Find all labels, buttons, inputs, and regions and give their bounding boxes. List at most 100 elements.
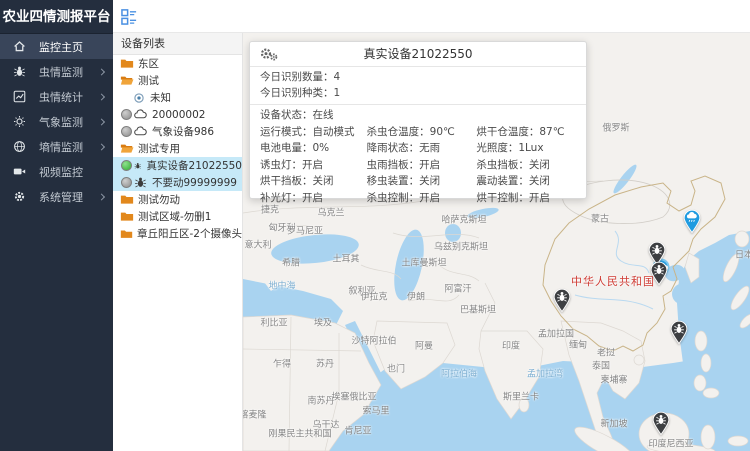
target-icon <box>133 92 145 104</box>
sidebar-item-label: 虫情监测 <box>39 64 83 80</box>
tree-item[interactable]: 20000002 <box>113 106 242 123</box>
popup-grid-cell: 烘干控制：开启 <box>476 190 586 207</box>
popup-status-grid: 设备状态：在线运行模式：自动模式杀虫仓温度：90℃烘干仓温度：87℃电池电量：0… <box>250 105 586 206</box>
popup-grid-cell: 杀虫仓温度：90℃ <box>367 124 477 141</box>
sidebar-item-label: 墒情监测 <box>39 139 83 155</box>
insect-device-pin[interactable] <box>670 320 689 344</box>
sidebar-item-soil-monitor[interactable]: 墒情监测 <box>0 134 113 159</box>
tree-item[interactable]: 测试专用 <box>113 140 242 157</box>
home-icon <box>13 40 26 53</box>
folder-open-icon <box>120 75 134 87</box>
popup-grid-cell: 设备状态：在线 <box>260 107 367 124</box>
sidebar-item-weather-monitor[interactable]: 气象监测 <box>0 109 113 134</box>
tree-item[interactable]: 测试区域-勿删1 <box>113 208 242 225</box>
popup-grid-cell: 运行模式：自动模式 <box>260 124 367 141</box>
sidebar-item-system-manage[interactable]: 系统管理 <box>0 184 113 209</box>
folder-icon <box>120 194 134 206</box>
tree-item-label: 真实设备21022550 <box>147 158 242 173</box>
video-icon <box>13 165 26 178</box>
settings-gears-icon[interactable] <box>259 46 279 62</box>
popup-stats: 今日识别数量：4今日识别种类：1 <box>250 67 586 105</box>
popup-grid-cell: 烘干挡板：关闭 <box>260 173 367 190</box>
popup-grid-cell: 烘干仓温度：87℃ <box>476 124 586 141</box>
app-root: 农业四情测报平台 监控主页虫情监测虫情统计气象监测墒情监测视频监控系统管理 设备… <box>0 0 750 451</box>
weather-icon <box>13 115 26 128</box>
bug-icon <box>134 160 142 172</box>
tree-item-label: 未知 <box>150 90 171 105</box>
gear-icon <box>13 190 26 203</box>
sidebar-item-insect-monitor[interactable]: 虫情监测 <box>0 59 113 84</box>
folder-icon <box>120 58 134 70</box>
sidebar-item-insect-stats[interactable]: 虫情统计 <box>0 84 113 109</box>
device-panel-header: 设备列表 <box>113 33 242 55</box>
map-area[interactable]: 俄罗斯哈萨克斯坦蒙古中华人民共和国日本捷克乌克兰匈牙利罗马尼亚意大利希腊土耳其地… <box>243 33 750 451</box>
tree-item[interactable]: 测试勿动 <box>113 191 242 208</box>
tree-item[interactable]: 气象设备986 <box>113 123 242 140</box>
sidebar-item-video-monitor[interactable]: 视频监控 <box>0 159 113 184</box>
popup-grid-cell: 降雨状态：无雨 <box>367 140 477 157</box>
weather-station-pin[interactable] <box>683 209 702 233</box>
bug-icon <box>134 177 147 189</box>
sidebar-item-label: 气象监测 <box>39 114 83 130</box>
tree-item[interactable]: 未知 <box>113 89 242 106</box>
insect-device-pin[interactable] <box>650 261 669 285</box>
tree-item[interactable]: 不要动99999999 <box>113 174 242 191</box>
popup-grid-cell: 诱虫灯：开启 <box>260 157 367 174</box>
tree-item-label: 东区 <box>138 56 159 71</box>
sidebar-item-label: 监控主页 <box>39 39 83 55</box>
tree-item-label: 测试区域-勿删1 <box>138 209 211 224</box>
popup-grid-cell: 移虫装置：关闭 <box>367 173 477 190</box>
popup-grid-cell: 虫雨挡板：开启 <box>367 157 477 174</box>
sidebar-item-monitor-home[interactable]: 监控主页 <box>0 34 113 59</box>
popup-grid-cell: 电池电量：0% <box>260 140 367 157</box>
tree-item-label: 章丘阳丘区-2个摄像头 <box>137 226 242 241</box>
tree-item-label: 气象设备986 <box>152 124 214 139</box>
sidebar-item-label: 系统管理 <box>39 189 83 205</box>
popup-grid-cell: 震动装置：关闭 <box>476 173 586 190</box>
tree-item[interactable]: 章丘阳丘区-2个摄像头 <box>113 225 242 242</box>
sidebar-item-label: 虫情统计 <box>39 89 83 105</box>
tree-item-label: 测试勿动 <box>138 192 180 207</box>
popup-grid-cell: 补光灯：开启 <box>260 190 367 207</box>
device-popup: 真实设备21022550 今日识别数量：4今日识别种类：1 设备状态：在线运行模… <box>249 41 587 199</box>
chevron-right-icon <box>98 118 105 125</box>
chevron-right-icon <box>98 193 105 200</box>
popup-title: 真实设备21022550 <box>363 47 472 61</box>
tree-item[interactable]: 测试 <box>113 72 242 89</box>
insect-device-pin[interactable] <box>553 288 572 312</box>
bug-icon <box>13 65 26 78</box>
tree-item-label: 测试 <box>138 73 159 88</box>
chart-icon <box>13 90 26 103</box>
popup-grid-row: 烘干挡板：关闭移虫装置：关闭震动装置：关闭 <box>260 173 586 190</box>
popup-grid-row: 运行模式：自动模式杀虫仓温度：90℃烘干仓温度：87℃ <box>260 124 586 141</box>
folder-open-icon <box>120 143 134 155</box>
chevron-right-icon <box>98 93 105 100</box>
tree-item[interactable]: 东区 <box>113 55 242 72</box>
tree-view-toggle-icon[interactable] <box>121 8 138 25</box>
popup-stat-row: 今日识别数量：4 <box>260 69 586 85</box>
cloud-icon <box>134 109 147 121</box>
insect-device-pin[interactable] <box>652 411 671 435</box>
popup-grid-row: 设备状态：在线 <box>260 107 586 124</box>
tree-item-label: 20000002 <box>152 109 205 121</box>
status-dot-gray <box>121 109 132 120</box>
chevron-right-icon <box>98 68 105 75</box>
status-dot-gray <box>121 126 132 137</box>
app-title: 农业四情测报平台 <box>0 0 113 34</box>
device-tree: 东区测试未知 20000002 气象设备986 测试专用真实设备21022550不要动… <box>113 55 242 242</box>
globe-icon <box>13 140 26 153</box>
tree-item-label: 测试专用 <box>138 141 180 156</box>
popup-grid-cell: 光照度：1Lux <box>476 140 586 157</box>
sidebar: 农业四情测报平台 监控主页虫情监测虫情统计气象监测墒情监测视频监控系统管理 <box>0 0 113 451</box>
popup-header: 真实设备21022550 <box>250 42 586 67</box>
device-panel: 设备列表 东区测试未知 20000002 气象设备986 测试专用真实设备210225… <box>113 33 243 451</box>
chevron-right-icon <box>98 143 105 150</box>
popup-grid-row: 诱虫灯：开启虫雨挡板：开启杀虫挡板：关闭 <box>260 157 586 174</box>
status-dot-green <box>121 160 132 171</box>
tree-item[interactable]: 真实设备21022550 <box>113 157 242 174</box>
popup-grid-cell: 杀虫挡板：关闭 <box>476 157 586 174</box>
status-dot-gray <box>121 177 132 188</box>
popup-grid-row: 电池电量：0%降雨状态：无雨光照度：1Lux <box>260 140 586 157</box>
sidebar-menu: 监控主页虫情监测虫情统计气象监测墒情监测视频监控系统管理 <box>0 34 113 209</box>
cloud-icon <box>134 126 147 138</box>
